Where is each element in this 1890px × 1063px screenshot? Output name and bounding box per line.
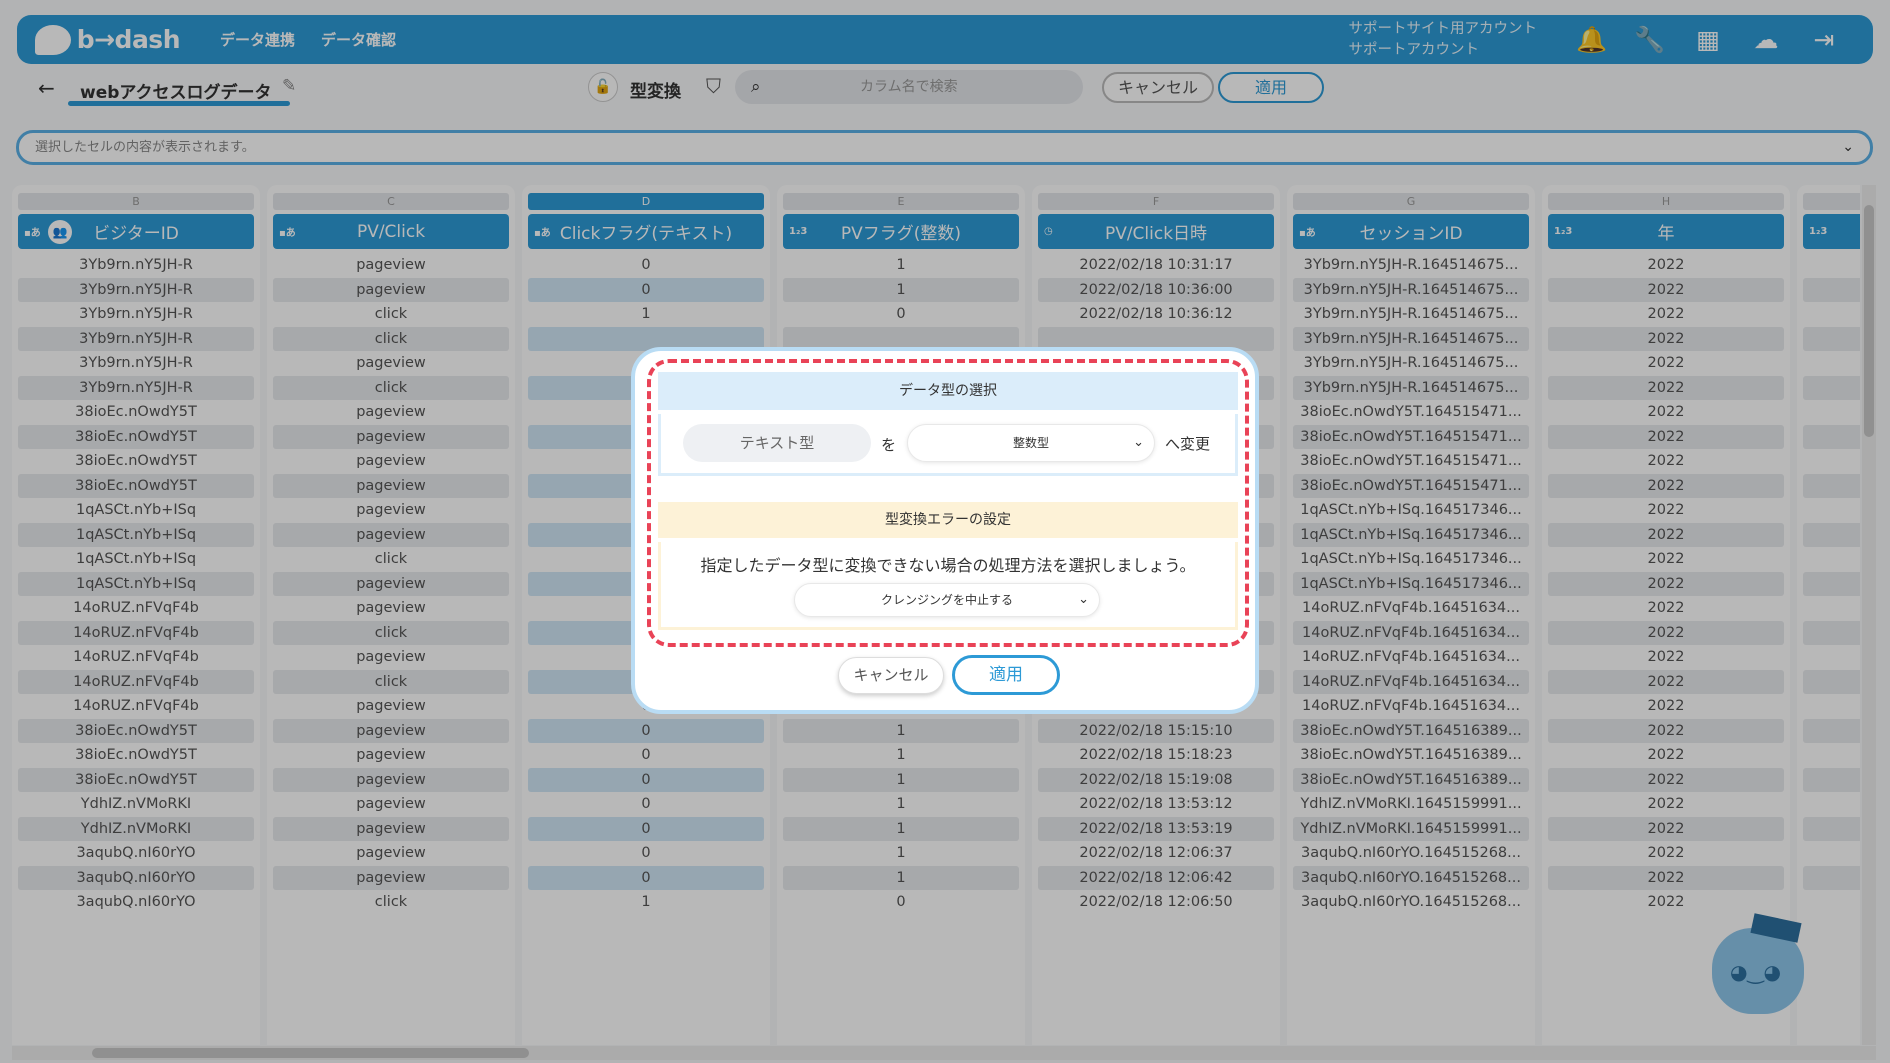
app-page: b→dash データ連携 データ確認 サポートサイト用アカウント サポートアカウ… [0, 0, 1890, 1063]
chevron-down-icon: ⌄ [1078, 592, 1089, 607]
modal-apply-button[interactable]: 適用 [952, 655, 1060, 695]
error-handling-value: クレンジングを中止する [880, 593, 1013, 607]
to-type-value: 整数型 [1012, 436, 1049, 450]
chevron-down-icon: ⌄ [1133, 435, 1144, 450]
to-type-select[interactable]: 整数型 ⌄ [907, 424, 1155, 462]
type-conversion-modal: データ型の選択 テキスト型 を 整数型 ⌄ へ変更 型変換エラーの設定 指定した… [631, 347, 1259, 714]
error-handling-select[interactable]: クレンジングを中止する ⌄ [794, 583, 1100, 617]
from-type-field: テキスト型 [683, 424, 871, 462]
error-setting-section: 指定したデータ型に変換できない場合の処理方法を選択しましょう。 クレンジングを中… [658, 542, 1238, 630]
error-description: 指定したデータ型に変換できない場合の処理方法を選択しましょう。 [700, 556, 1196, 575]
data-type-section: テキスト型 を 整数型 ⌄ へ変更 [658, 414, 1238, 476]
particle-label: を [881, 436, 897, 454]
section-title-error-setting: 型変換エラーの設定 [658, 502, 1238, 538]
section-title-data-type: データ型の選択 [658, 372, 1238, 410]
change-label: へ変更 [1165, 435, 1211, 453]
modal-cancel-button[interactable]: キャンセル [838, 657, 944, 694]
